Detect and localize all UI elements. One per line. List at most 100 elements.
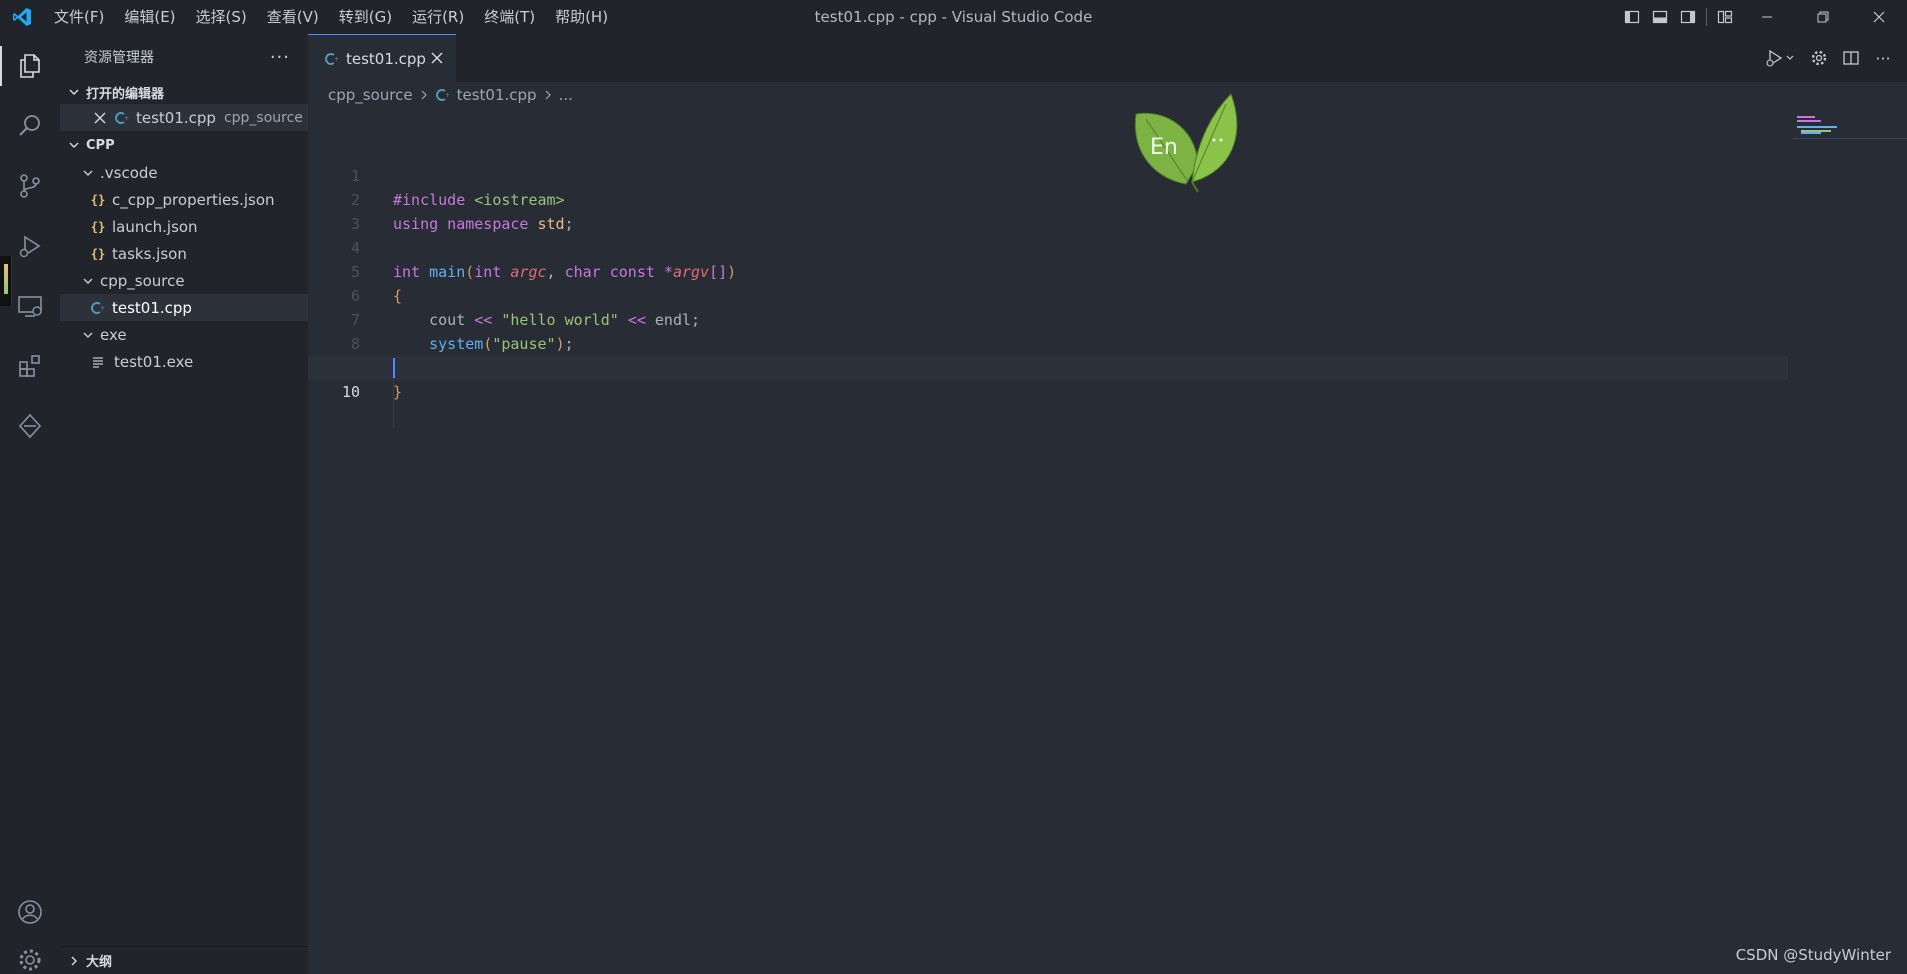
folder-label: .vscode: [100, 163, 158, 182]
tree-folder-exe[interactable]: exe: [60, 321, 308, 348]
code-line: 5 {: [308, 236, 1788, 305]
outline-section[interactable]: 大纲: [60, 946, 308, 974]
toggle-primary-sidebar-icon[interactable]: [1618, 0, 1646, 34]
source-control-icon[interactable]: [0, 158, 60, 214]
tree-file-tasks[interactable]: {} tasks.json: [60, 240, 308, 267]
code-line: 9 }: [308, 332, 1788, 401]
title-divider: [1706, 8, 1707, 26]
code-line: 4 int main(int argc, char const *argv[]): [308, 212, 1788, 281]
open-editor-filename: test01.cpp: [136, 108, 216, 127]
explorer-sidebar: 资源管理器 ··· 打开的编辑器 + test01.cpp cpp_source…: [60, 34, 308, 974]
more-actions-icon[interactable]: ···: [1867, 34, 1899, 82]
file-label: test01.exe: [114, 352, 194, 371]
breadcrumb-file[interactable]: test01.cpp: [457, 86, 537, 104]
ime-label: En: [1150, 135, 1178, 160]
code-line: 2 using namespace std;: [308, 164, 1788, 233]
window-controls: [1618, 0, 1907, 34]
code-line: 8 return 0;: [308, 308, 1788, 377]
tree-folder-vscode[interactable]: .vscode: [60, 159, 308, 186]
menu-terminal[interactable]: 终端(T): [474, 0, 545, 34]
open-editor-folder: cpp_source: [223, 109, 303, 126]
cpp-file-icon: +: [324, 51, 340, 67]
tab-label: test01.cpp: [346, 49, 426, 68]
folder-label: exe: [100, 325, 127, 344]
menu-help[interactable]: 帮助(H): [545, 0, 618, 34]
chevron-down-icon: [80, 165, 96, 181]
split-editor-icon[interactable]: [1835, 34, 1867, 82]
chevron-down-icon: [66, 84, 82, 100]
text-file-icon: [92, 356, 106, 368]
open-editors-title: 打开的编辑器: [86, 86, 165, 102]
menu-file[interactable]: 文件(F): [44, 0, 114, 34]
cpp-file-icon: +: [435, 87, 451, 103]
tab-test01-cpp[interactable]: + test01.cpp: [308, 34, 456, 82]
tree-file-c-cpp-properties[interactable]: {} c_cpp_properties.json: [60, 186, 308, 213]
json-file-icon: {}: [90, 246, 106, 261]
tree-file-test01-exe[interactable]: test01.exe: [60, 348, 308, 375]
code-editor[interactable]: 1 #include <iostream> 2 using namespace …: [308, 140, 1788, 428]
folder-label: cpp_source: [100, 271, 185, 290]
svg-text:+: +: [445, 92, 450, 99]
open-editors-section[interactable]: 打开的编辑器: [60, 80, 308, 104]
minimize-icon[interactable]: [1739, 0, 1795, 34]
tree-file-test01-cpp[interactable]: + test01.cpp: [60, 294, 308, 321]
json-file-icon: {}: [90, 219, 106, 234]
toggle-panel-icon[interactable]: [1646, 0, 1674, 34]
breadcrumb-folder[interactable]: cpp_source: [328, 86, 413, 104]
chevron-right-icon: [66, 953, 82, 969]
minimap[interactable]: [1791, 116, 1907, 166]
restore-icon[interactable]: [1795, 0, 1851, 34]
file-label: c_cpp_properties.json: [112, 190, 275, 209]
explorer-header: 资源管理器 ···: [60, 34, 308, 80]
run-code-icon[interactable]: [1759, 34, 1803, 82]
toggle-secondary-sidebar-icon[interactable]: [1674, 0, 1702, 34]
tab-bar: + test01.cpp ···: [308, 34, 1907, 82]
close-editor-icon[interactable]: [92, 110, 108, 126]
file-label: launch.json: [112, 217, 198, 236]
menu-go[interactable]: 转到(G): [329, 0, 402, 34]
ime-leaf-icon: En: [1126, 84, 1246, 194]
open-editor-item[interactable]: + test01.cpp cpp_source: [60, 104, 308, 131]
explorer-icon[interactable]: [0, 38, 60, 94]
chevron-down-icon: [66, 137, 82, 153]
svg-text:+: +: [124, 115, 129, 122]
title-bar: 文件(F) 编辑(E) 选择(S) 查看(V) 转到(G) 运行(R) 终端(T…: [0, 0, 1907, 34]
chevron-down-icon: [80, 273, 96, 289]
text-cursor: [393, 358, 395, 378]
outline-title: 大纲: [86, 955, 113, 970]
cmake-icon[interactable]: [0, 398, 60, 454]
customize-layout-icon[interactable]: [1711, 0, 1739, 34]
close-tab-icon[interactable]: [428, 49, 446, 67]
cpp-file-icon: +: [90, 300, 106, 316]
accounts-icon[interactable]: [0, 884, 60, 940]
editor-actions: ···: [1759, 34, 1899, 82]
project-section[interactable]: CPP: [60, 133, 308, 157]
close-window-icon[interactable]: [1851, 0, 1907, 34]
breadcrumb-more[interactable]: ...: [559, 86, 573, 104]
search-icon[interactable]: [0, 98, 60, 154]
menu-view[interactable]: 查看(V): [257, 0, 329, 34]
code-line: 6 cout << "hello world" << endl;: [308, 260, 1788, 329]
menu-selection[interactable]: 选择(S): [186, 0, 257, 34]
tree-folder-cpp-source[interactable]: cpp_source: [60, 267, 308, 294]
cpp-file-icon: +: [114, 110, 130, 126]
manage-gear-icon[interactable]: [0, 938, 60, 974]
project-title: CPP: [86, 137, 115, 153]
settings-gear-icon[interactable]: [1803, 34, 1835, 82]
code-token: }: [393, 383, 403, 401]
file-label: test01.cpp: [112, 298, 192, 317]
extensions-icon[interactable]: [0, 338, 60, 394]
menu-bar: 文件(F) 编辑(E) 选择(S) 查看(V) 转到(G) 运行(R) 终端(T…: [44, 0, 618, 34]
ime-indicator: [0, 256, 12, 306]
line-number: 10: [341, 383, 360, 401]
menu-edit[interactable]: 编辑(E): [114, 0, 185, 34]
more-actions-icon[interactable]: ···: [270, 47, 290, 68]
tree-file-launch[interactable]: {} launch.json: [60, 213, 308, 240]
code-line-current: 10: [308, 356, 1788, 401]
chevron-right-icon: [419, 86, 429, 104]
explorer-title: 资源管理器: [84, 50, 154, 66]
breadcrumb: cpp_source + test01.cpp ...: [308, 82, 1907, 108]
code-line: 1 #include <iostream>: [308, 140, 1788, 209]
menu-run[interactable]: 运行(R): [402, 0, 474, 34]
json-file-icon: {}: [90, 192, 106, 207]
